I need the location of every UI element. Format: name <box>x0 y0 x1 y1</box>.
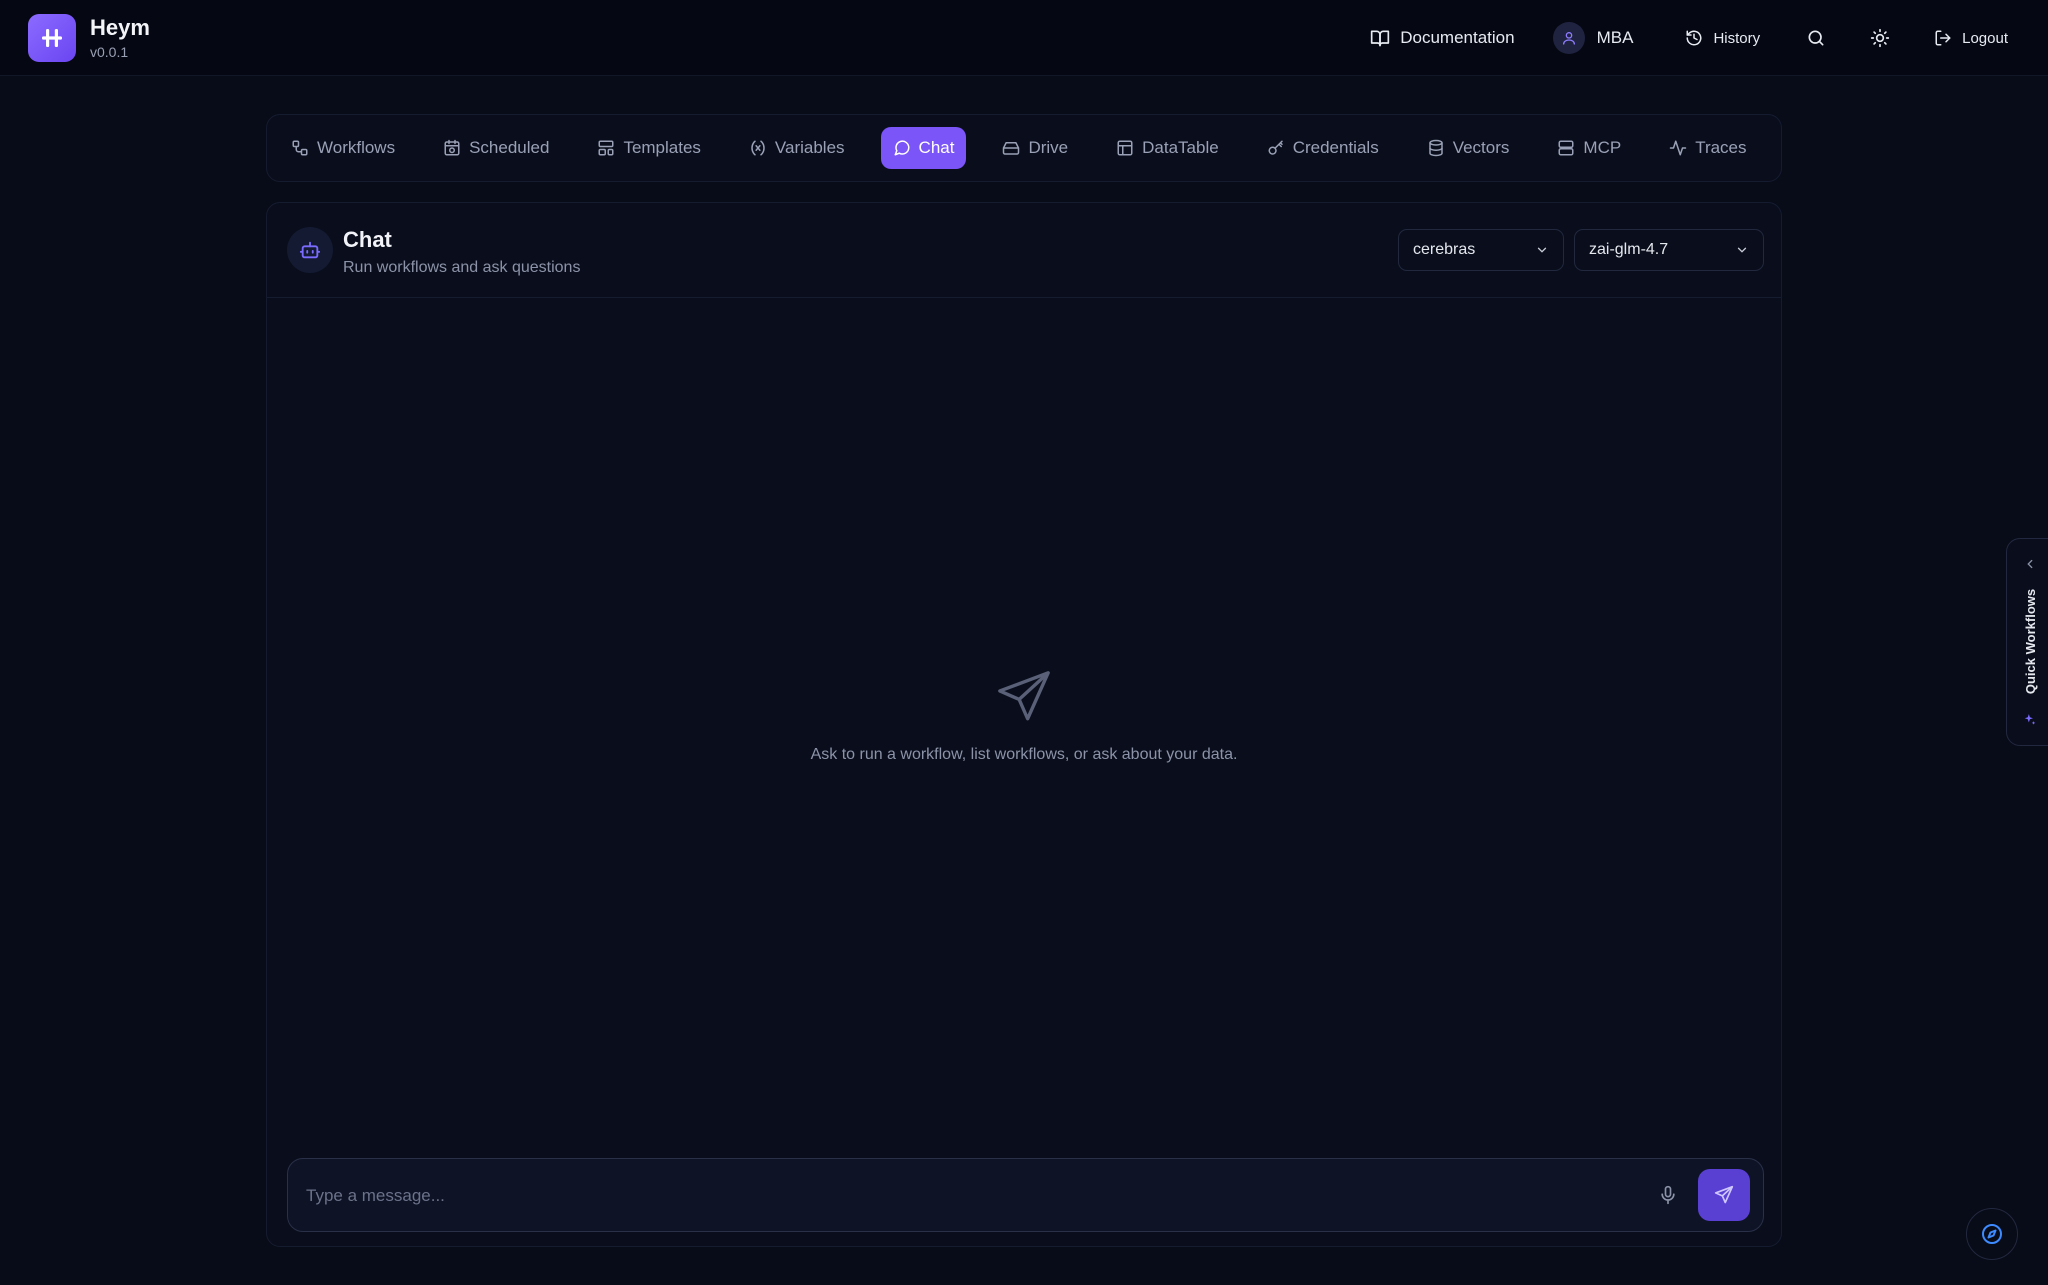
model-value: zai-glm-4.7 <box>1589 241 1669 258</box>
tab-variables[interactable]: Variables <box>749 127 845 169</box>
main-tabs: Workflows Scheduled Templates Variables <box>266 114 1782 182</box>
provider-value: cerebras <box>1413 241 1476 258</box>
app-version: v0.0.1 <box>90 44 129 60</box>
tab-label: Vectors <box>1452 138 1510 157</box>
tab-label: DataTable <box>1142 138 1219 157</box>
model-select[interactable]: zai-glm-4.7 <box>1574 229 1764 271</box>
database-icon <box>1427 139 1445 157</box>
history-icon <box>1685 29 1703 47</box>
send-icon <box>1714 1185 1734 1205</box>
history-label: History <box>1713 29 1761 47</box>
tab-templates[interactable]: Templates <box>597 127 701 169</box>
tab-label: Templates <box>623 138 701 157</box>
user-icon <box>1561 30 1577 46</box>
history-button[interactable]: History <box>1685 29 1760 47</box>
compass-icon <box>1980 1222 2004 1246</box>
quick-workflows-tab[interactable]: Quick Workflows <box>2006 538 2048 746</box>
microphone-icon[interactable] <box>1658 1185 1678 1205</box>
tab-workflows[interactable]: Workflows <box>291 127 395 169</box>
provider-select[interactable]: cerebras <box>1398 229 1564 271</box>
empty-state-text: Ask to run a workflow, list workflows, o… <box>810 746 1238 763</box>
tab-label: Drive <box>1028 138 1069 157</box>
tab-credentials[interactable]: Credentials <box>1267 127 1379 169</box>
message-composer <box>287 1158 1764 1232</box>
logout-icon <box>1934 29 1952 47</box>
tab-datatable[interactable]: DataTable <box>1116 127 1219 169</box>
user-name: MBA <box>1596 28 1634 47</box>
quick-workflows-label: Quick Workflows <box>2023 588 2039 694</box>
avatar <box>1552 22 1585 54</box>
tab-label: Chat <box>918 138 955 157</box>
top-header: Heym v0.0.1 Documentation MBA History Lo… <box>0 0 2048 76</box>
chat-subtitle: Run workflows and ask questions <box>343 259 581 276</box>
theme-toggle-button[interactable] <box>1870 28 1890 48</box>
chevron-down-icon <box>1735 243 1749 257</box>
table-icon <box>1116 139 1134 157</box>
variable-icon <box>749 139 767 157</box>
explore-button[interactable] <box>1966 1208 2018 1260</box>
tab-drive[interactable]: Drive <box>1002 127 1068 169</box>
activity-icon <box>1669 139 1687 157</box>
logout-button[interactable]: Logout <box>1934 29 2008 47</box>
search-icon <box>1806 28 1826 48</box>
search-button[interactable] <box>1806 28 1826 48</box>
send-button[interactable] <box>1698 1169 1750 1221</box>
chevron-left-icon <box>2023 557 2037 571</box>
tab-vectors[interactable]: Vectors <box>1427 127 1510 169</box>
layout-template-icon <box>597 139 615 157</box>
tab-label: Traces <box>1695 138 1747 157</box>
chevron-down-icon <box>1535 243 1549 257</box>
book-icon <box>1370 28 1390 48</box>
calendar-clock-icon <box>443 139 461 157</box>
app-name: Heym <box>90 15 150 40</box>
chat-panel: Chat Run workflows and ask questions cer… <box>266 202 1782 1247</box>
sun-icon <box>1870 28 1890 48</box>
documentation-label: Documentation <box>1400 28 1515 47</box>
tab-traces[interactable]: Traces <box>1669 127 1747 169</box>
heym-logo-icon <box>28 14 76 62</box>
paper-plane-icon <box>995 668 1053 726</box>
server-icon <box>1557 139 1575 157</box>
brand[interactable]: Heym v0.0.1 <box>28 14 150 62</box>
tab-label: MCP <box>1583 138 1622 157</box>
hard-drive-icon <box>1002 139 1020 157</box>
tab-label: Workflows <box>317 138 396 157</box>
tab-mcp[interactable]: MCP <box>1557 127 1621 169</box>
tab-scheduled[interactable]: Scheduled <box>443 127 549 169</box>
user-menu[interactable]: MBA <box>1552 22 1634 54</box>
key-icon <box>1267 139 1285 157</box>
documentation-link[interactable]: Documentation <box>1370 28 1515 48</box>
empty-state: Ask to run a workflow, list workflows, o… <box>267 668 1781 764</box>
message-input[interactable] <box>306 1177 1606 1215</box>
tab-label: Scheduled <box>469 138 550 157</box>
tab-label: Credentials <box>1292 138 1379 157</box>
tab-label: Variables <box>774 138 845 157</box>
chat-bubble-icon <box>893 139 911 157</box>
tab-chat[interactable]: Chat <box>880 127 967 169</box>
bot-avatar <box>287 227 333 273</box>
logout-label: Logout <box>1962 29 2008 47</box>
chat-title: Chat <box>343 227 392 252</box>
workflow-icon <box>291 139 309 157</box>
chat-header: Chat Run workflows and ask questions cer… <box>267 203 1781 298</box>
bot-icon <box>299 239 321 261</box>
sparkles-icon <box>2023 713 2037 727</box>
